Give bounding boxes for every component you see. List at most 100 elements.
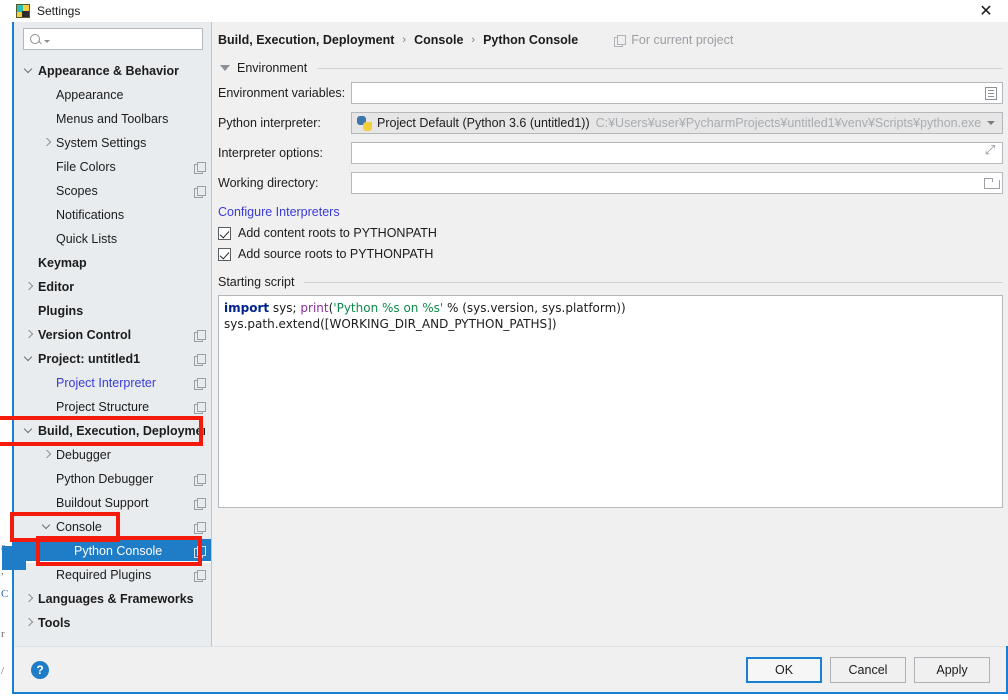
sidebar-item-label: Project Structure xyxy=(56,400,150,414)
sidebar-item-label: Appearance & Behavior xyxy=(38,64,180,78)
interpreter-path: C:¥Users¥user¥PycharmProjects¥untitled1¥… xyxy=(595,116,982,130)
working-directory-input[interactable] xyxy=(351,172,1004,194)
sidebar-item-debugger[interactable]: Debugger xyxy=(14,443,211,467)
env-variables-row: Environment variables: xyxy=(218,81,1004,105)
chevron-right-icon[interactable] xyxy=(40,443,56,467)
sidebar-item-label: Python Console xyxy=(74,544,163,558)
sidebar-item-editor[interactable]: Editor xyxy=(14,275,211,299)
script-text: sys; xyxy=(269,301,301,315)
close-icon[interactable]: ✕ xyxy=(964,0,1008,22)
help-button[interactable]: ? xyxy=(31,660,49,679)
python-interpreter-label: Python interpreter: xyxy=(218,116,321,130)
sidebar-item-label: Required Plugins xyxy=(56,568,152,582)
working-directory-label: Working directory: xyxy=(218,176,319,190)
project-scope-icon xyxy=(194,377,206,390)
sidebar-item-notifications[interactable]: Notifications xyxy=(14,203,211,227)
sidebar-item-version-control[interactable]: Version Control xyxy=(14,323,211,347)
sidebar-item-required-plugins[interactable]: Required Plugins xyxy=(14,563,211,587)
settings-tree: Appearance & Behavior Appearance Menus and… xyxy=(14,57,211,646)
sidebar-item-python-debugger[interactable]: Python Debugger xyxy=(14,467,211,491)
search-container xyxy=(14,22,211,57)
script-line-2: sys.path.extend([WORKING_DIR_AND_PYTHON_… xyxy=(224,317,557,331)
sidebar-item-appearance-behavior[interactable]: Appearance & Behavior xyxy=(14,59,211,83)
sidebar-item-build-execution-deployment[interactable]: Build, Execution, Deployment xyxy=(14,419,211,443)
sidebar-item-label: Python Debugger xyxy=(56,472,154,486)
sidebar-item-tools[interactable]: Tools xyxy=(14,611,211,635)
environment-section-header[interactable]: Environment xyxy=(220,61,1004,75)
env-variables-input[interactable] xyxy=(351,82,1004,104)
sidebar-item-plugins[interactable]: Plugins xyxy=(14,299,211,323)
chevron-down-icon[interactable] xyxy=(22,347,38,371)
sidebar-item-python-console[interactable]: Python Console xyxy=(14,539,211,563)
sidebar-item-console[interactable]: Console xyxy=(14,515,211,539)
script-text: % (sys.version, sys.platform)) xyxy=(443,301,626,315)
starting-script-editor[interactable]: import sys; print('Python %s on %s' % (s… xyxy=(218,295,1004,508)
scope-indicator: For current project xyxy=(614,33,733,47)
add-source-roots-checkbox[interactable] xyxy=(218,247,231,261)
project-scope-icon xyxy=(194,521,206,534)
breadcrumb-part-2[interactable]: Python Console xyxy=(483,33,578,47)
script-line-1: import sys; print('Python %s on %s' % (s… xyxy=(224,300,997,316)
add-content-roots-checkbox-row[interactable]: Add content roots to PYTHONPATH xyxy=(218,226,1008,240)
chevron-down-icon[interactable] xyxy=(40,515,56,539)
list-editor-icon[interactable] xyxy=(981,83,1001,103)
sidebar-item-quick-lists[interactable]: Quick Lists xyxy=(14,227,211,251)
breadcrumb-separator: › xyxy=(402,34,407,46)
scope-label: For current project xyxy=(631,33,734,47)
chevron-right-icon[interactable] xyxy=(40,131,56,155)
sidebar-item-project-interpreter[interactable]: Project Interpreter xyxy=(14,371,211,395)
add-content-roots-checkbox[interactable] xyxy=(218,226,231,240)
configure-interpreters-link[interactable]: Configure Interpreters xyxy=(218,205,1008,219)
sidebar-item-scopes[interactable]: Scopes xyxy=(14,179,211,203)
sidebar-item-system-settings[interactable]: System Settings xyxy=(14,131,211,155)
selection-edge-marker xyxy=(2,546,26,570)
add-source-roots-label: Add source roots to PYTHONPATH xyxy=(238,247,434,261)
sidebar-item-appearance[interactable]: Appearance xyxy=(14,83,211,107)
apply-button[interactable]: Apply xyxy=(914,656,990,683)
function-print: print xyxy=(300,301,329,315)
sidebar-item-keymap[interactable]: Keymap xyxy=(14,251,211,275)
interpreter-options-input[interactable] xyxy=(351,142,1004,164)
chevron-down-icon[interactable] xyxy=(981,113,1001,133)
sidebar-item-languages-frameworks[interactable]: Languages & Frameworks xyxy=(14,587,211,611)
interpreter-options-row: Interpreter options: xyxy=(218,141,1004,165)
breadcrumb-part-0[interactable]: Build, Execution, Deployment xyxy=(218,33,394,47)
settings-main-panel: Build, Execution, Deployment › Console ›… xyxy=(212,22,1008,646)
sidebar-item-label: Project Interpreter xyxy=(56,376,157,390)
sidebar-item-label: Appearance xyxy=(56,88,124,102)
sidebar-item-project-untitled1[interactable]: Project: untitled1 xyxy=(14,347,211,371)
sidebar-item-project-structure[interactable]: Project Structure xyxy=(14,395,211,419)
chevron-right-icon[interactable] xyxy=(22,275,38,299)
python-interpreter-select[interactable]: Project Default (Python 3.6 (untitled1))… xyxy=(351,112,1004,134)
chevron-down-icon[interactable] xyxy=(22,419,38,443)
search-input[interactable] xyxy=(23,28,203,50)
section-divider xyxy=(304,281,1004,283)
string-literal: 'Python %s on %s' xyxy=(333,301,444,315)
add-source-roots-checkbox-row[interactable]: Add source roots to PYTHONPATH xyxy=(218,247,1008,261)
chevron-down-icon[interactable] xyxy=(22,59,38,83)
folder-icon[interactable] xyxy=(981,173,1001,193)
sidebar-item-file-colors[interactable]: File Colors xyxy=(14,155,211,179)
cancel-button[interactable]: Cancel xyxy=(830,656,906,683)
breadcrumb-part-1[interactable]: Console xyxy=(414,33,463,47)
chevron-right-icon[interactable] xyxy=(22,587,38,611)
sidebar-item-label: Console xyxy=(56,520,102,534)
sidebar-item-buildout-support[interactable]: Buildout Support xyxy=(14,491,211,515)
settings-dialog: Appearance & Behavior Appearance Menus and… xyxy=(2,0,1008,694)
project-scope-icon xyxy=(194,473,206,486)
breadcrumb: Build, Execution, Deployment › Console ›… xyxy=(212,25,1008,55)
starting-script-section-header: Starting script xyxy=(218,275,1004,289)
working-directory-row: Working directory: xyxy=(218,171,1004,195)
ok-button[interactable]: OK xyxy=(746,656,822,683)
expand-icon[interactable] xyxy=(981,143,1001,163)
sidebar-item-menus-and-toolbars[interactable]: Menus and Toolbars xyxy=(14,107,211,131)
chevron-right-icon[interactable] xyxy=(22,323,38,347)
chevron-right-icon[interactable] xyxy=(22,611,38,635)
